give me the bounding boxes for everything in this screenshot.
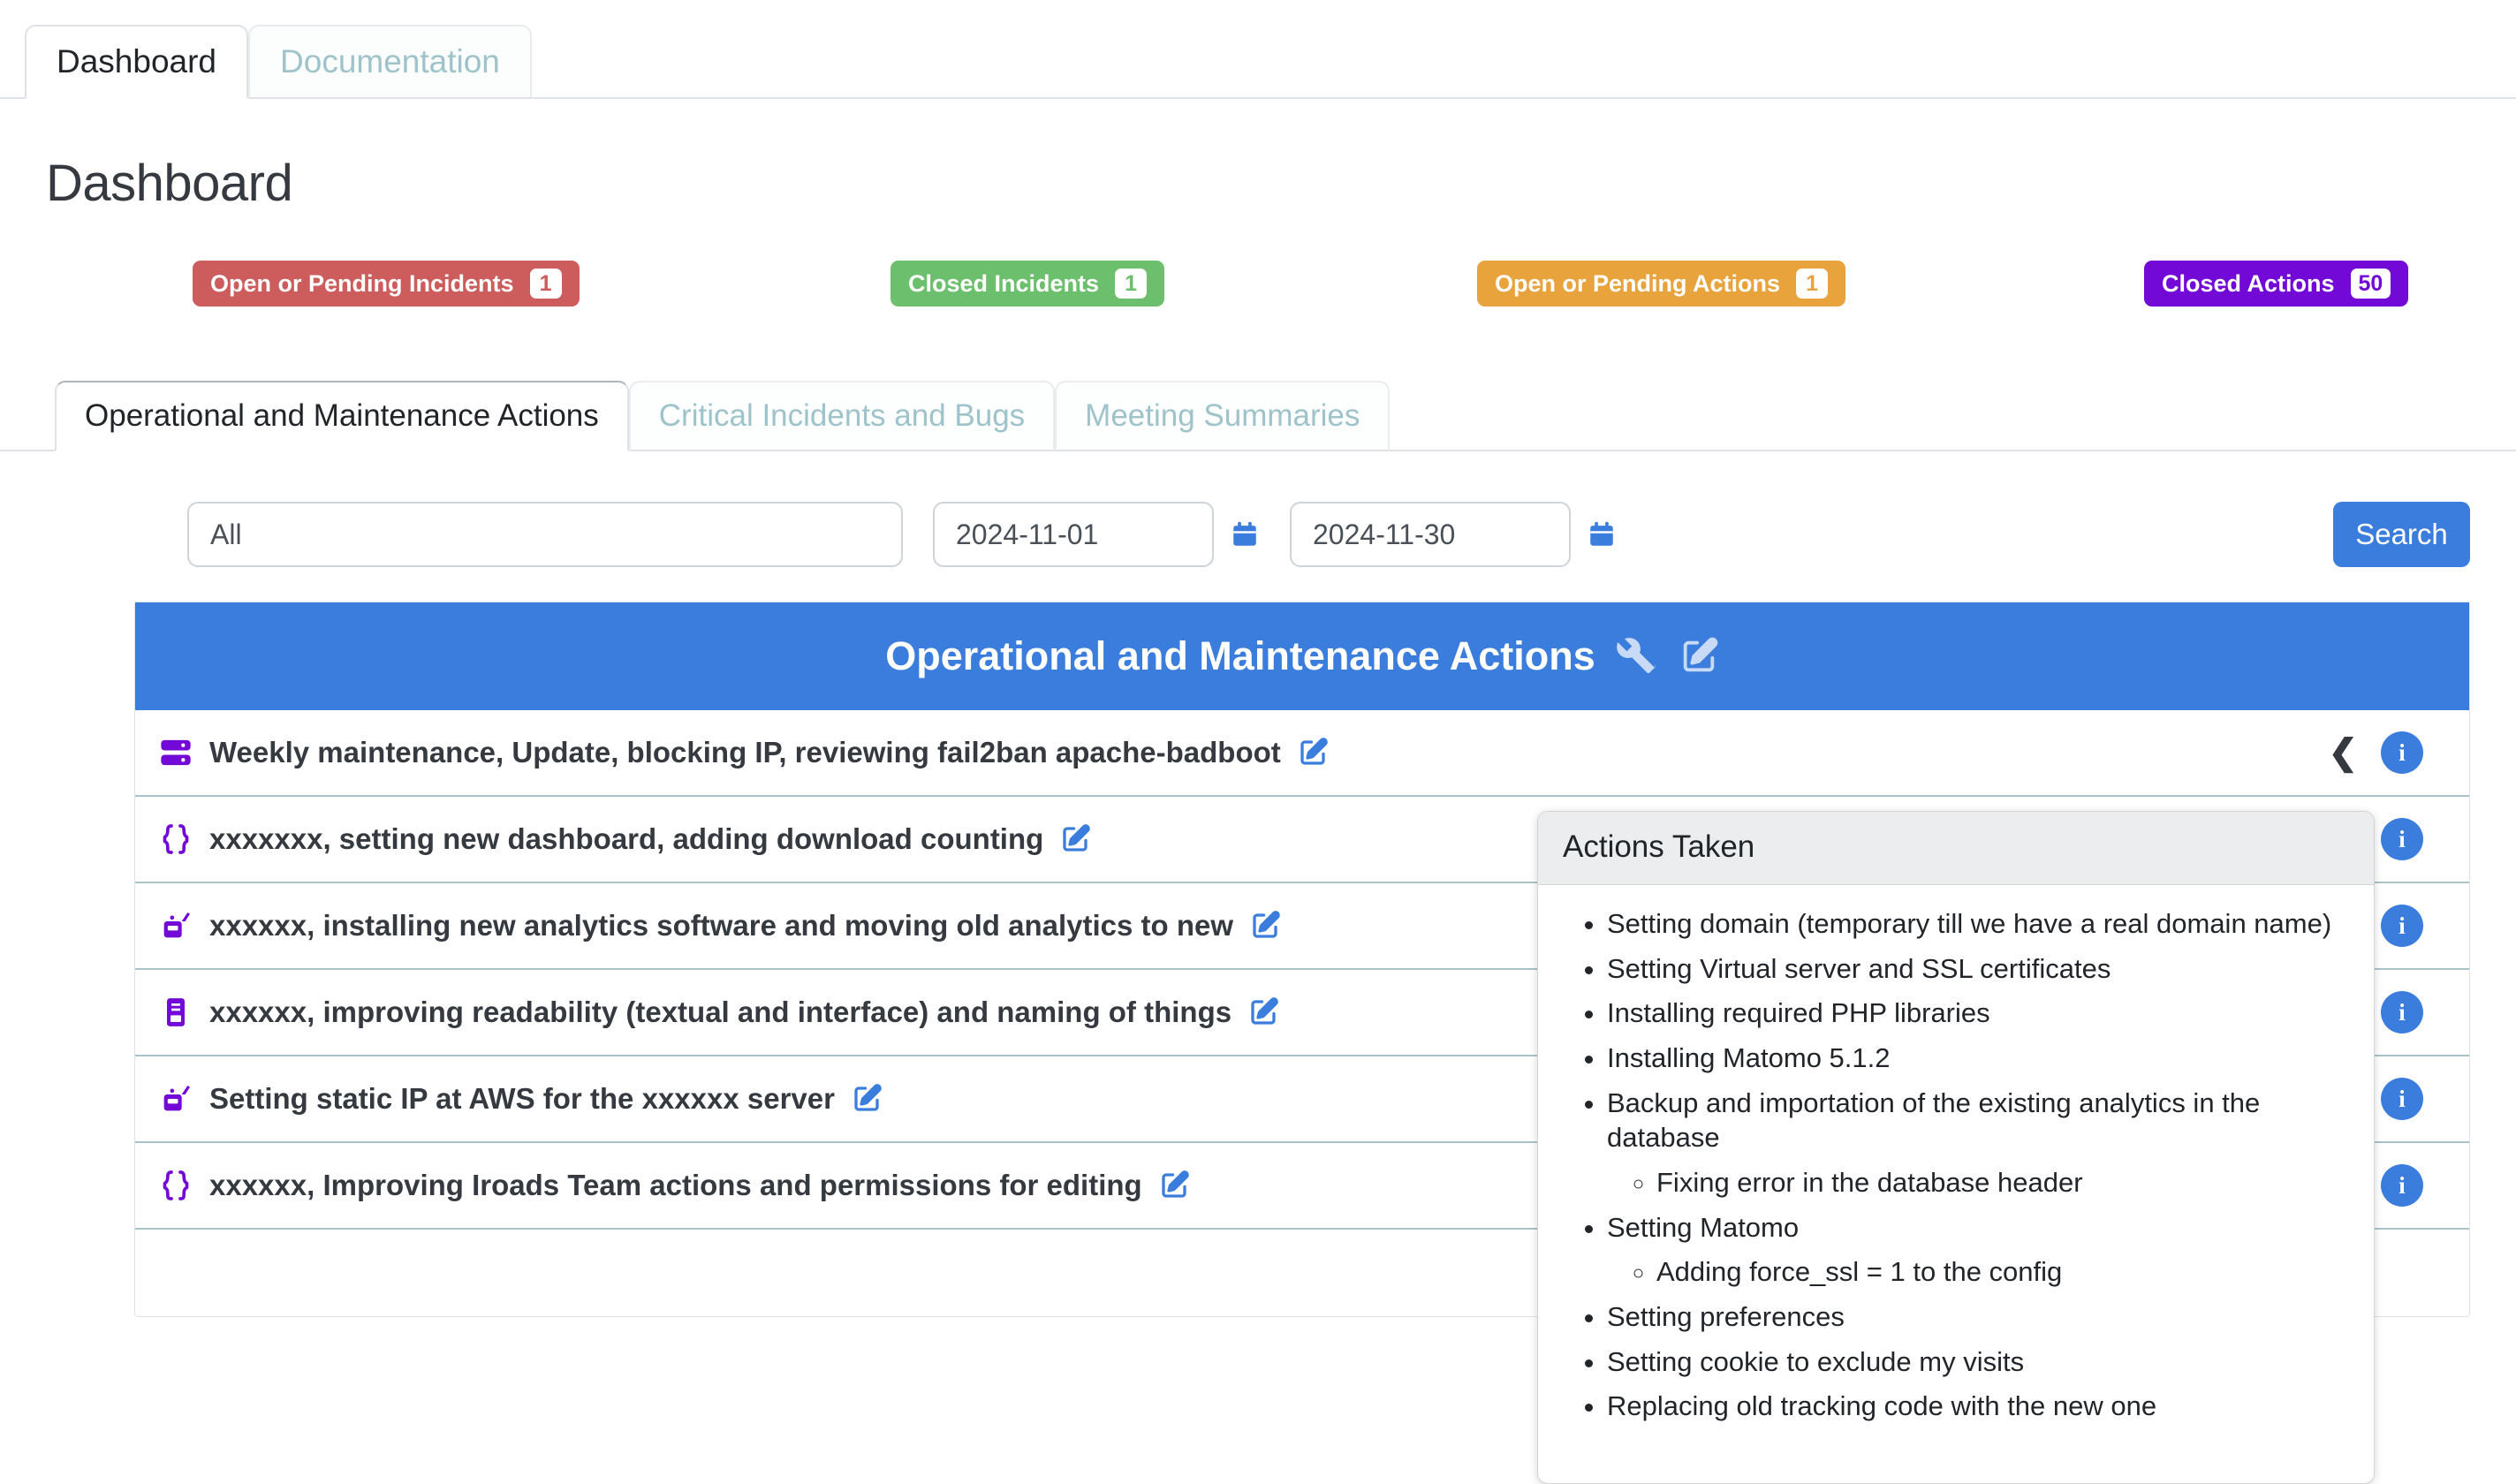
popover-list-item: Setting MatomoAdding force_ssl = 1 to th… — [1607, 1210, 2347, 1290]
popover-sublist: Adding force_ssl = 1 to the config — [1607, 1254, 2347, 1290]
top-navigation-bar: Dashboard Documentation — [0, 0, 2516, 99]
code-braces-icon — [158, 822, 209, 857]
section-tab-label: Operational and Maintenance Actions — [85, 398, 599, 433]
popover-sublist-item: Adding force_ssl = 1 to the config — [1656, 1254, 2347, 1290]
info-icon[interactable]: i — [2381, 991, 2423, 1034]
info-icon[interactable]: i — [2381, 1164, 2423, 1207]
stat-badge-open-pending-incidents[interactable]: Open or Pending Incidents 1 — [193, 261, 580, 307]
info-icon[interactable]: i — [2381, 905, 2423, 947]
popover-title: Actions Taken — [1538, 812, 2374, 885]
info-icon[interactable]: i — [2381, 731, 2423, 774]
popover-list-item: Setting Virtual server and SSL certifica… — [1607, 951, 2347, 987]
edit-pencil-icon[interactable] — [1249, 910, 1281, 942]
section-tab-label: Critical Incidents and Bugs — [658, 398, 1026, 433]
row-label: xxxxxxx, setting new dashboard, adding d… — [209, 822, 1044, 855]
popover-list-item: Installing Matomo 5.1.2 — [1607, 1041, 2347, 1076]
stat-badge-count: 50 — [2350, 269, 2391, 299]
date-from-value: 2024-11-01 — [956, 518, 1099, 550]
tab-documentation[interactable]: Documentation — [248, 25, 532, 99]
section-tab-label: Meeting Summaries — [1085, 398, 1360, 433]
popover-list-item: Setting preferences — [1607, 1299, 2347, 1335]
row-label: xxxxxx, improving readability (textual a… — [209, 996, 1232, 1028]
tab-dashboard-label: Dashboard — [57, 43, 217, 80]
popover-sublist-item: Fixing error in the database header — [1656, 1165, 2347, 1200]
edit-pencil-icon[interactable] — [1679, 636, 1719, 677]
row-actions: i — [2381, 818, 2469, 860]
calendar-icon[interactable] — [1587, 519, 1617, 549]
code-braces-icon — [158, 1168, 209, 1203]
page-title: Dashboard — [46, 155, 293, 212]
edit-pencil-icon[interactable] — [1059, 823, 1091, 855]
chevron-left-icon[interactable]: ❮ — [2328, 732, 2358, 773]
info-icon[interactable]: i — [2381, 1078, 2423, 1120]
edit-pencil-icon[interactable] — [1247, 996, 1279, 1028]
info-icon[interactable]: i — [2381, 818, 2423, 860]
stat-badge-count: 1 — [1115, 269, 1148, 299]
row-label: xxxxxx, installing new analytics softwar… — [209, 909, 1234, 942]
popover-list-item: Setting domain (temporary till we have a… — [1607, 906, 2347, 942]
popover-body: Setting domain (temporary till we have a… — [1538, 885, 2374, 1483]
category-select[interactable]: All — [187, 502, 903, 567]
row-actions: i — [2381, 1164, 2469, 1207]
stat-badge-label: Closed Actions — [2162, 269, 2335, 297]
filter-toolbar: All 2024-11-01 2024-11-30 Search — [0, 501, 2516, 568]
stat-badge-count: 1 — [1796, 269, 1829, 299]
search-button[interactable]: Search — [2333, 502, 2470, 567]
server-icon — [158, 735, 209, 770]
stat-badge-label: Open or Pending Actions — [1495, 269, 1781, 297]
date-to-input[interactable]: 2024-11-30 — [1290, 502, 1571, 567]
popover-list-item: Setting cookie to exclude my visits — [1607, 1344, 2347, 1380]
category-select-value: All — [210, 518, 242, 550]
date-from-input[interactable]: 2024-11-01 — [933, 502, 1214, 567]
edit-pencil-icon[interactable] — [1158, 1170, 1190, 1201]
card-title: Operational and Maintenance Actions — [885, 633, 1595, 678]
stat-badge-label: Closed Incidents — [908, 269, 1100, 297]
popover-sublist: Fixing error in the database header — [1607, 1165, 2347, 1200]
actions-taken-popover: Actions Taken Setting domain (temporary … — [1537, 811, 2375, 1484]
popover-list-item: Replacing old tracking code with the new… — [1607, 1389, 2347, 1424]
tab-operational-and-maintenance-actions[interactable]: Operational and Maintenance Actions — [55, 381, 629, 451]
popover-list-item: Installing required PHP libraries — [1607, 996, 2347, 1031]
row-label: Weekly maintenance, Update, blocking IP,… — [209, 736, 1281, 768]
stat-badge-open-pending-actions[interactable]: Open or Pending Actions 1 — [1477, 261, 1846, 307]
stat-badge-closed-incidents[interactable]: Closed Incidents 1 — [890, 261, 1165, 307]
stat-badge-label: Open or Pending Incidents — [210, 269, 514, 297]
stat-badge-count: 1 — [529, 269, 562, 299]
tab-dashboard[interactable]: Dashboard — [25, 25, 249, 99]
card-header: Operational and Maintenance Actions — [135, 602, 2469, 710]
edit-pencil-icon[interactable] — [1297, 737, 1329, 768]
tab-critical-incidents-and-bugs[interactable]: Critical Incidents and Bugs — [628, 381, 1056, 451]
tab-documentation-label: Documentation — [280, 43, 500, 80]
table-row[interactable]: Weekly maintenance, Update, blocking IP,… — [135, 710, 2469, 797]
stat-badge-closed-actions[interactable]: Closed Actions 50 — [2144, 261, 2409, 307]
calendar-icon[interactable] — [1230, 519, 1260, 549]
book-icon — [158, 995, 209, 1030]
section-tab-bar: Operational and Maintenance Actions Crit… — [0, 375, 2516, 451]
date-to-value: 2024-11-30 — [1313, 518, 1456, 550]
wrench-icon[interactable] — [1616, 636, 1657, 677]
robot-icon — [158, 1081, 209, 1117]
row-label: Setting static IP at AWS for the xxxxxx … — [209, 1082, 835, 1115]
row-actions: i — [2381, 1078, 2469, 1120]
popover-list-item: Backup and importation of the existing a… — [1607, 1086, 2347, 1200]
edit-pencil-icon[interactable] — [851, 1083, 883, 1115]
stat-badge-row: Open or Pending Incidents 1 Closed Incid… — [0, 261, 2516, 314]
robot-icon — [158, 908, 209, 943]
row-actions: ❮ i — [2328, 731, 2469, 774]
row-label: xxxxxx, Improving Iroads Team actions an… — [209, 1169, 1142, 1201]
tab-meeting-summaries[interactable]: Meeting Summaries — [1055, 381, 1391, 451]
popover-list: Setting domain (temporary till we have a… — [1565, 906, 2347, 1424]
row-actions: i — [2381, 991, 2469, 1034]
